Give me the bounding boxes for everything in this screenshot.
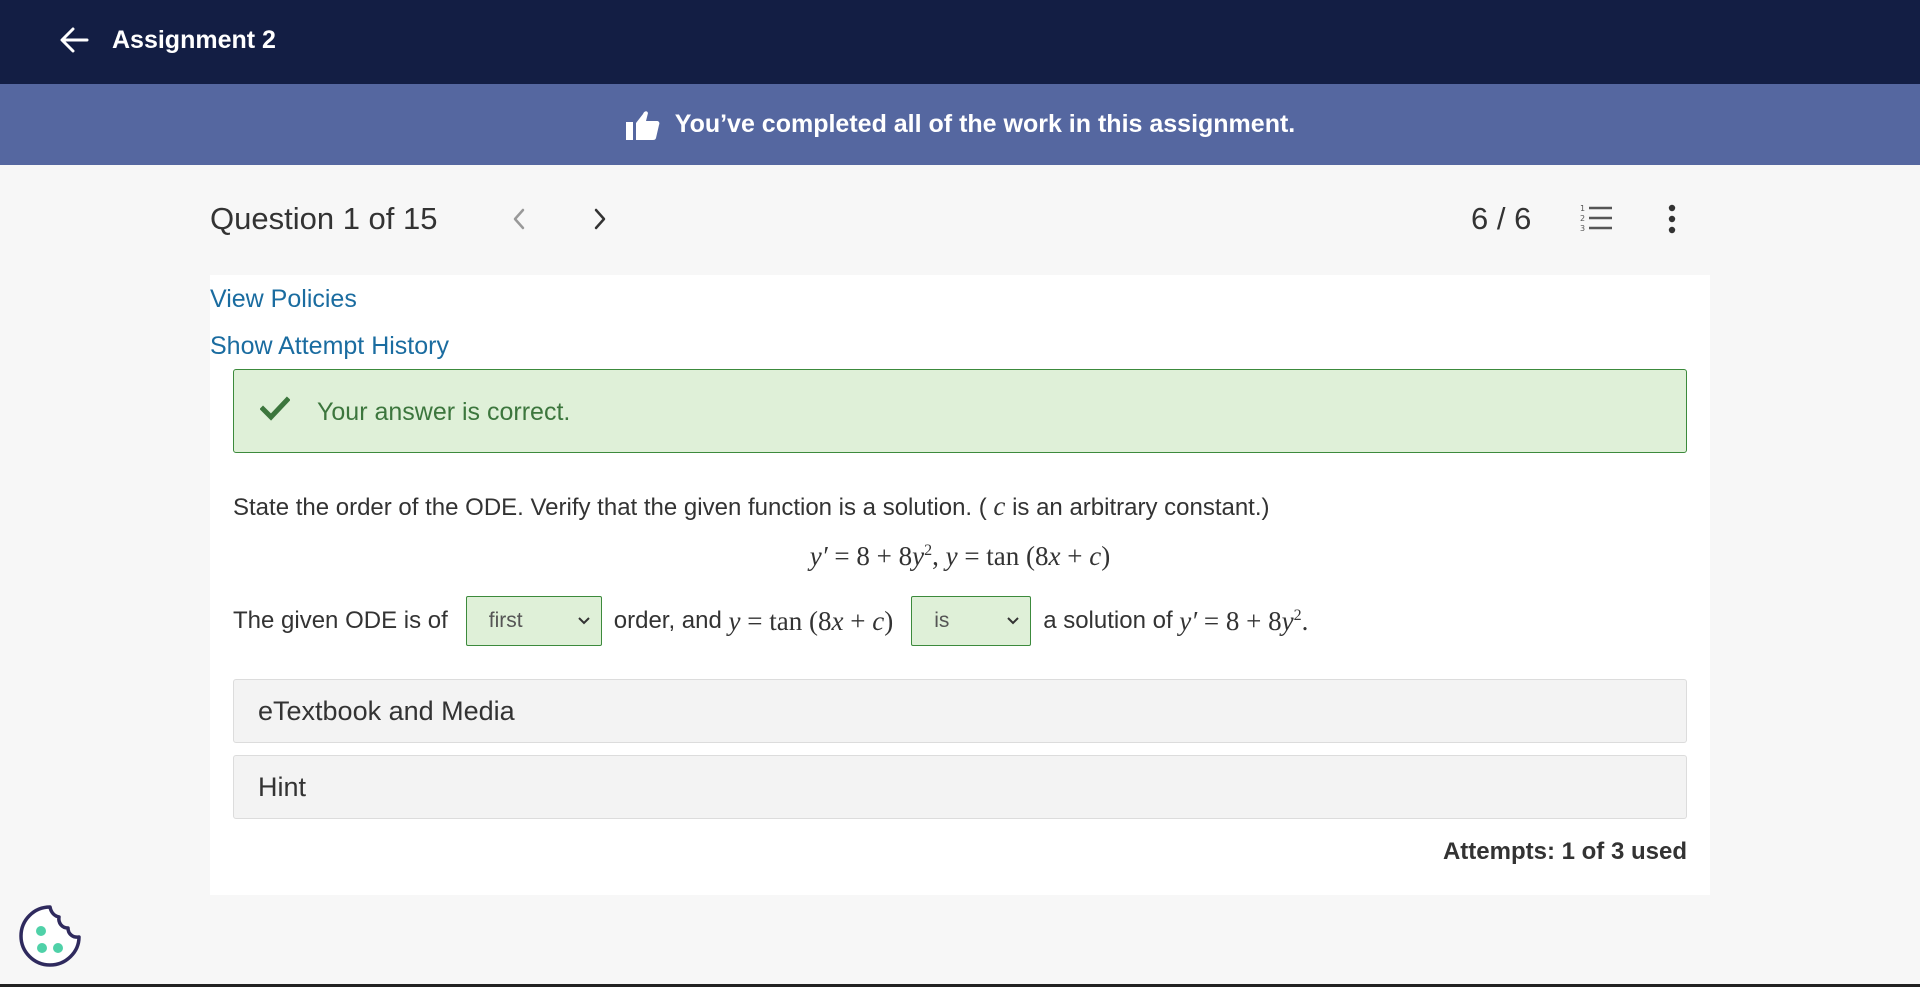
correct-answer-alert: Your answer is correct. [233,369,1687,453]
answer-text: The given ODE is of [233,607,448,634]
answer-part: . [1301,605,1309,636]
answer-var: x [831,605,844,636]
eq-exponent: 2 [924,542,933,559]
prompt-text-start: State the order of the ODE. Verify that … [233,494,987,521]
eq-var: x [1048,541,1061,571]
answer-var: y′ [1179,605,1198,636]
correct-answer-text: Your answer is correct. [317,398,571,426]
completion-banner: You’ve completed all of the work in this… [0,84,1920,165]
answer-var: y [1281,605,1294,636]
answer-line: The given ODE is of first order, and y =… [233,595,1308,647]
question-prompt: State the order of the ODE. Verify that … [233,490,1270,524]
solution-select-value: is [934,609,950,632]
chevron-down-icon [578,617,590,625]
question-content: View Policies Show Attempt History Your … [210,275,1710,895]
thumbs-up-icon [625,108,661,142]
cookie-settings-button[interactable] [18,904,82,968]
svg-text:1: 1 [1580,204,1585,213]
answer-part: = tan (8 [740,605,832,636]
svg-text:3: 3 [1580,224,1585,233]
question-list-button[interactable]: 1 2 3 [1578,201,1614,237]
answer-text: order, and [613,607,722,634]
eq-part: = tan (8 [957,541,1049,571]
answer-ode: y′ = 8 + 8y2. [1179,606,1308,637]
assignment-title: Assignment 2 [112,26,276,54]
answer-part: = 8 + 8 [1197,605,1282,636]
answer-var: y [728,605,741,636]
more-vertical-icon [1668,204,1676,234]
attempts-counter: Attempts: 1 of 3 used [1442,838,1687,865]
answer-exponent: 2 [1293,606,1302,624]
arrow-left-icon [60,27,89,53]
ode-equation: y′ = 8 + 8y2, y = tan (8x + c) [210,538,1710,574]
numbered-list-icon: 1 2 3 [1580,204,1612,233]
completion-message: You’ve completed all of the work in this… [674,110,1296,138]
answer-part: + [843,605,873,636]
order-select[interactable]: first [465,596,602,646]
answer-function: y = tan (8x + c) [729,606,894,637]
etextbook-media-panel[interactable]: eTextbook and Media [233,679,1687,743]
question-counter: Question 1 of 15 [210,201,438,236]
chevron-down-icon [1007,617,1019,625]
back-button[interactable] [56,22,92,58]
answer-text: a solution of [1043,607,1173,634]
eq-sep: , [932,541,946,571]
eq-var: y [912,541,925,571]
eq-part: ) [1101,541,1111,571]
question-header: Question 1 of 15 6 / 6 1 2 3 [0,165,1920,275]
top-bar: Assignment 2 [0,0,1920,84]
chevron-left-icon [513,208,525,230]
show-attempt-history-link[interactable]: Show Attempt History [210,330,449,362]
prompt-constant: c [993,491,1006,521]
prompt-text-end: is an arbitrary constant.) [1005,494,1270,521]
eq-var: y [945,541,958,571]
eq-part: + [1060,541,1090,571]
eq-part: = 8 + 8 [827,541,913,571]
cookie-icon [19,905,81,967]
previous-question-button[interactable] [501,201,537,237]
view-policies-link[interactable]: View Policies [210,283,357,315]
checkmark-icon [260,396,290,421]
order-select-value: first [488,609,523,632]
answer-var: c [872,605,885,636]
answer-part: ) [884,605,894,636]
score-display: 6 / 6 [1471,201,1532,236]
eq-var: c [1089,541,1102,571]
more-options-button[interactable] [1654,201,1690,237]
chevron-right-icon [594,208,606,230]
svg-text:2: 2 [1580,214,1585,223]
next-question-button[interactable] [582,201,618,237]
solution-select[interactable]: is [911,596,1032,646]
eq-lhs: y′ [809,541,828,571]
hint-panel[interactable]: Hint [233,755,1687,819]
